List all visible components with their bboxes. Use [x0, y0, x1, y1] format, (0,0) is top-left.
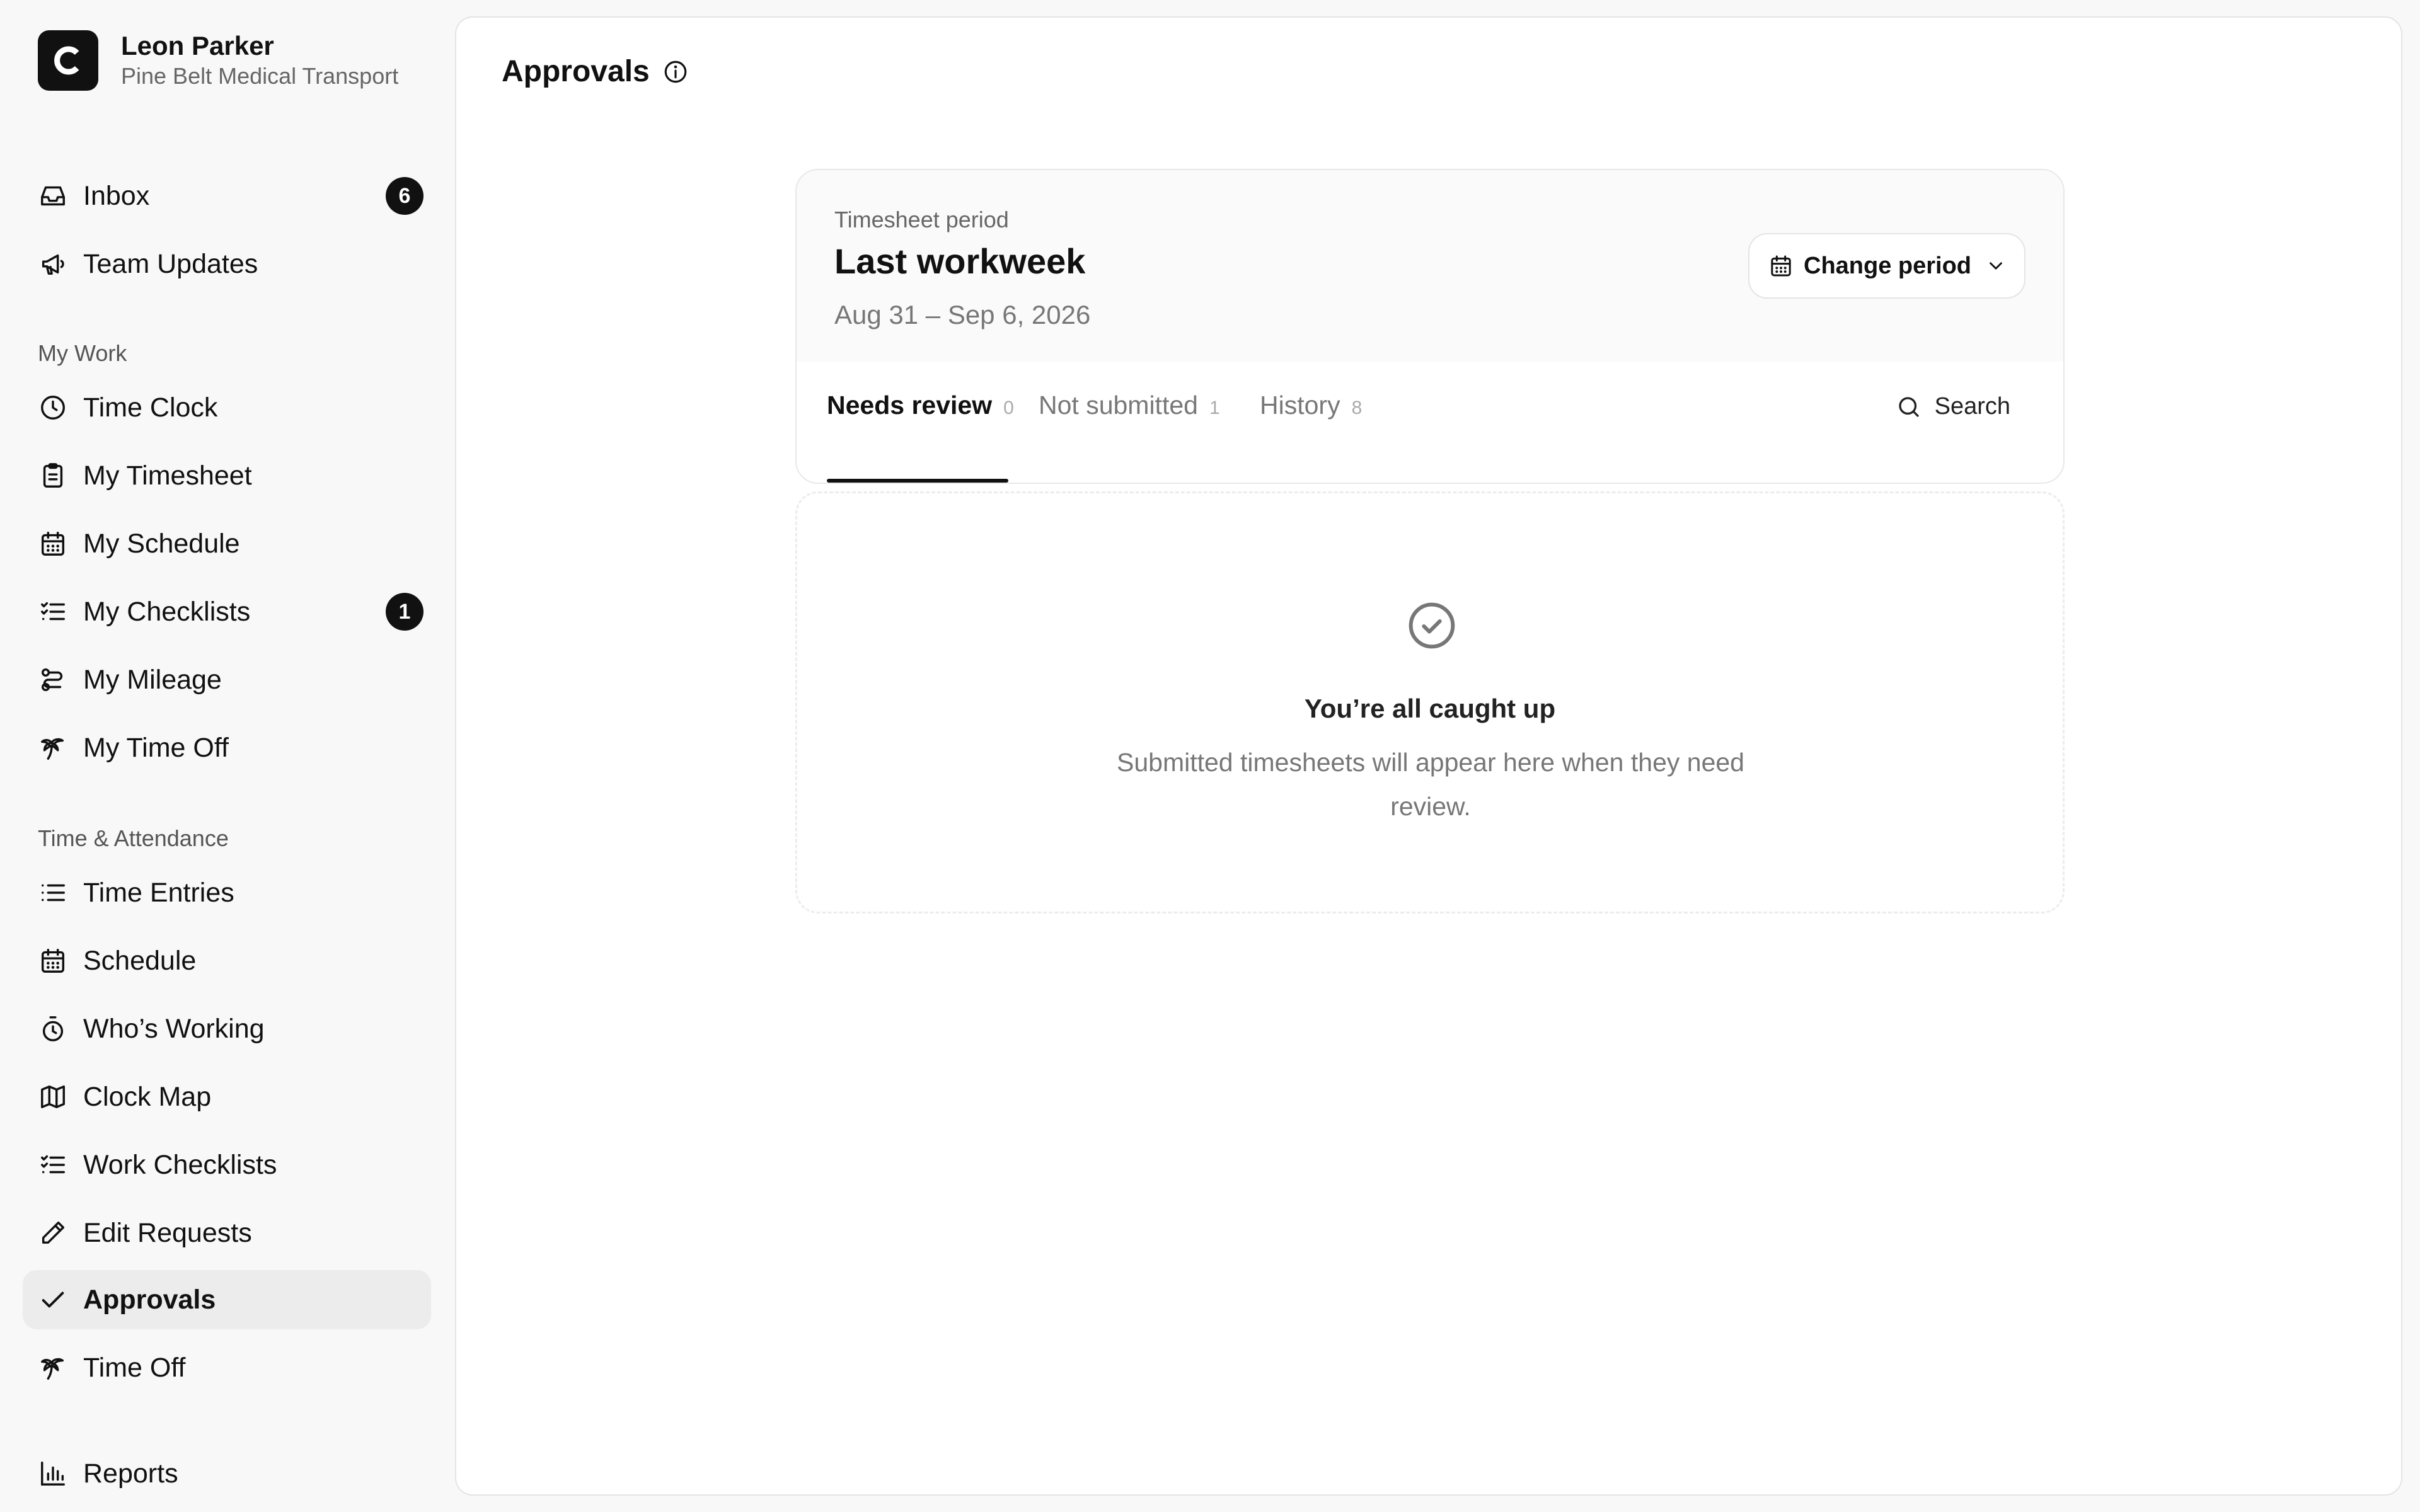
pencil-icon: [38, 1218, 68, 1248]
page-title-text: Approvals: [502, 55, 650, 88]
logo-letter-icon: [54, 46, 79, 75]
empty-state-description: Submitted timesheets will appear here wh…: [1117, 748, 1744, 821]
route-icon: [38, 665, 68, 695]
tab-needs-review[interactable]: Needs review 0: [827, 391, 1014, 420]
tab-label: Not submitted: [1039, 391, 1198, 420]
period-name: Last workweek: [834, 241, 1086, 281]
active-tab-indicator: [827, 479, 1008, 483]
sidebar-item-time-off[interactable]: Time Off: [23, 1338, 431, 1397]
tab-count: 1: [1209, 398, 1220, 418]
sidebar-item-time-clock[interactable]: Time Clock: [23, 378, 431, 437]
sidebar-item-label: Time Entries: [83, 877, 234, 908]
sidebar-item-edit-requests[interactable]: Edit Requests: [23, 1203, 431, 1263]
info-icon[interactable]: [662, 59, 689, 85]
bar-chart-icon: [38, 1458, 68, 1489]
tab-label: Needs review: [827, 391, 993, 420]
calendar-icon: [38, 946, 68, 976]
sidebar-item-team-updates[interactable]: Team Updates: [23, 234, 431, 294]
main-panel: Approvals Timesheet period Last workweek…: [455, 16, 2402, 1496]
palm-tree-icon: [38, 1353, 68, 1383]
sidebar-item-time-entries[interactable]: Time Entries: [23, 863, 431, 922]
chevron-down-icon: [1990, 262, 2002, 270]
empty-state: You’re all caught up Submitted timesheet…: [795, 491, 2065, 914]
tab-not-submitted[interactable]: Not submitted 1: [1039, 391, 1220, 420]
check-icon: [38, 1285, 68, 1315]
sidebar-item-label: Work Checklists: [83, 1149, 277, 1180]
tab-history[interactable]: History 8: [1260, 391, 1362, 420]
check-circle-icon: [1409, 602, 1455, 649]
sidebar-item-label: My Time Off: [83, 732, 229, 763]
clock-icon: [38, 392, 68, 423]
user-name: Leon Parker: [121, 31, 274, 60]
sidebar-item-label: My Mileage: [83, 664, 222, 695]
sidebar-item-reports[interactable]: Reports: [23, 1444, 431, 1503]
sidebar-item-clock-map[interactable]: Clock Map: [23, 1067, 431, 1126]
stopwatch-icon: [38, 1014, 68, 1044]
sidebar-item-my-checklists[interactable]: My Checklists 1: [23, 582, 431, 641]
sidebar-item-label: Who’s Working: [83, 1013, 265, 1044]
list-icon: [38, 878, 68, 908]
sidebar-item-label: My Schedule: [83, 528, 240, 559]
section-title-time-attendance: Time & Attendance: [38, 825, 229, 851]
inbox-count-badge: 6: [386, 177, 424, 215]
calendar-icon: [38, 529, 68, 559]
section-title-my-work: My Work: [38, 340, 127, 366]
org-name: Pine Belt Medical Transport: [121, 63, 399, 89]
megaphone-icon: [38, 249, 68, 279]
sidebar-item-my-timesheet[interactable]: My Timesheet: [23, 446, 431, 505]
checklist-icon: [38, 597, 68, 627]
search-button[interactable]: Search: [1896, 393, 2010, 420]
checklists-count-badge: 1: [386, 593, 424, 631]
sidebar-item-work-checklists[interactable]: Work Checklists: [23, 1135, 431, 1194]
sidebar-item-label: Time Off: [83, 1352, 186, 1383]
timesheet-period-card: Timesheet period Last workweek Aug 31 – …: [795, 169, 2065, 484]
tab-count: 0: [1003, 398, 1014, 418]
company-logo: [38, 30, 98, 91]
sidebar-item-approvals[interactable]: Approvals: [23, 1270, 431, 1329]
search-icon: [1898, 396, 1919, 417]
change-period-label: Change period: [1804, 252, 1972, 279]
sidebar-item-label: My Checklists: [83, 596, 251, 627]
change-period-button[interactable]: Change period: [1748, 233, 2025, 299]
sidebar-item-label: Schedule: [83, 945, 197, 976]
clipboard-icon: [38, 461, 68, 491]
sidebar-item-label: Approvals: [83, 1284, 216, 1315]
sidebar-item-label: Time Clock: [83, 392, 218, 423]
sidebar-item-my-mileage[interactable]: My Mileage: [23, 650, 431, 709]
checklist-icon: [38, 1150, 68, 1180]
tab-label: History: [1260, 391, 1340, 420]
sidebar-item-label: Inbox: [83, 180, 150, 211]
search-label: Search: [1934, 393, 2010, 420]
sidebar-item-label: Team Updates: [83, 248, 258, 279]
sidebar-item-schedule[interactable]: Schedule: [23, 931, 431, 990]
sidebar-item-my-time-off[interactable]: My Time Off: [23, 718, 431, 777]
inbox-icon: [38, 181, 68, 211]
brand-header[interactable]: Leon Parker Pine Belt Medical Transport: [38, 30, 398, 91]
page-title: Approvals: [502, 54, 689, 89]
sidebar-item-label: Reports: [83, 1458, 178, 1489]
sidebar-item-label: My Timesheet: [83, 460, 252, 491]
calendar-icon: [1771, 255, 1791, 277]
sidebar-item-whos-working[interactable]: Who’s Working: [23, 999, 431, 1058]
sidebar-item-inbox[interactable]: Inbox 6: [23, 166, 431, 226]
period-date-range: Aug 31 – Sep 6, 2026: [834, 300, 1091, 329]
map-icon: [38, 1082, 68, 1112]
empty-state-title: You’re all caught up: [1304, 694, 1556, 723]
tab-count: 8: [1351, 398, 1363, 418]
sidebar-item-label: Edit Requests: [83, 1217, 252, 1248]
palm-tree-icon: [38, 733, 68, 763]
sidebar-item-label: Clock Map: [83, 1081, 212, 1112]
sidebar: Leon Parker Pine Belt Medical Transport …: [0, 0, 447, 1512]
sidebar-item-my-schedule[interactable]: My Schedule: [23, 514, 431, 573]
period-label: Timesheet period: [834, 207, 1009, 232]
